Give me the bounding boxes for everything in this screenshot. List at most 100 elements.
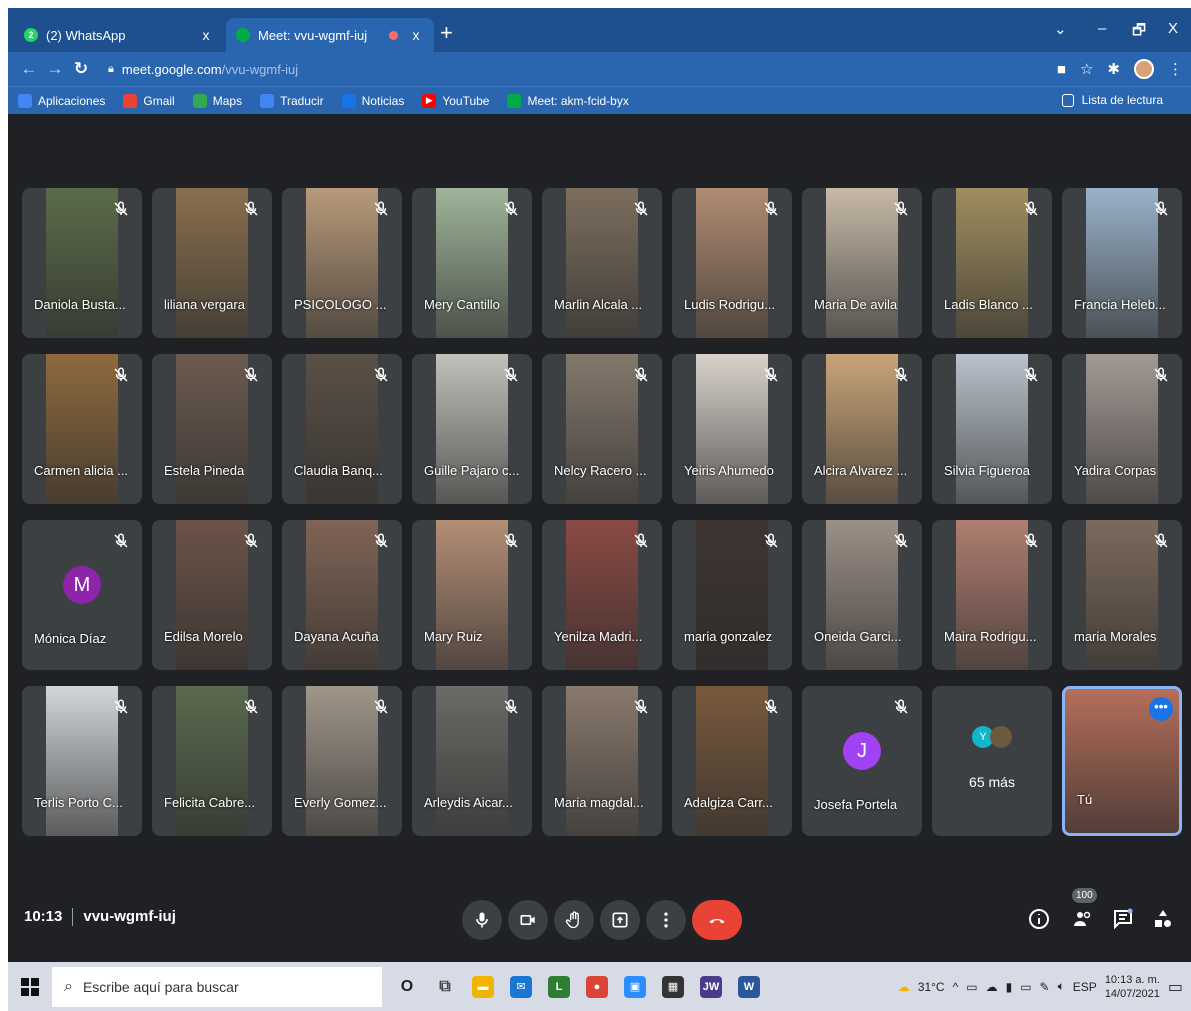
taskbar-app-jw[interactable]: JW bbox=[692, 967, 730, 1007]
tab-close-button[interactable]: x bbox=[408, 27, 424, 43]
participant-tile[interactable]: maria Morales bbox=[1062, 520, 1182, 670]
participant-tile[interactable]: Oneida Garci... bbox=[802, 520, 922, 670]
mic-off-icon bbox=[762, 532, 780, 550]
taskbar-app-chrome[interactable]: ● bbox=[578, 967, 616, 1007]
participant-tile[interactable]: Carmen alicia ... bbox=[22, 354, 142, 504]
taskbar-app-zoom[interactable]: ▣ bbox=[616, 967, 654, 1007]
participant-video bbox=[566, 188, 638, 338]
tab-whatsapp[interactable]: 2 (2) WhatsApp x bbox=[14, 18, 224, 52]
participant-tile[interactable]: PSICOLOGO ... bbox=[282, 188, 402, 338]
participant-tile[interactable]: maria gonzalez bbox=[672, 520, 792, 670]
cloud-icon[interactable]: ☁ bbox=[986, 980, 998, 994]
tab-close-button[interactable]: x bbox=[198, 27, 214, 43]
participant-video bbox=[826, 188, 898, 338]
participant-tile[interactable]: Mery Cantillo bbox=[412, 188, 532, 338]
participant-tile[interactable]: Estela Pineda bbox=[152, 354, 272, 504]
address-bar[interactable]: 🔒︎ meet.google.com/vvu-wgmf-iuj bbox=[108, 56, 1068, 82]
participant-tile[interactable]: Silvia Figueroa bbox=[932, 354, 1052, 504]
taskbar-app-app-l[interactable]: L bbox=[540, 967, 578, 1007]
taskbar-app-word[interactable]: W bbox=[730, 967, 768, 1007]
taskbar-app-task-view[interactable]: ⧉ bbox=[426, 967, 464, 1007]
battery-icon[interactable]: ▭ bbox=[1020, 980, 1031, 994]
start-button[interactable] bbox=[8, 977, 52, 996]
taskbar-app-file-explorer[interactable]: ▬ bbox=[464, 967, 502, 1007]
participant-tile[interactable]: Claudia Banq... bbox=[282, 354, 402, 504]
participant-tile[interactable]: Alcira Alvarez ... bbox=[802, 354, 922, 504]
clock[interactable]: 10:13 a. m. 14/07/2021 bbox=[1105, 973, 1160, 1001]
activities-button[interactable] bbox=[1148, 904, 1178, 934]
more-participants-tile[interactable]: Y 65 más bbox=[932, 686, 1052, 836]
tile-options-button[interactable]: ••• bbox=[1149, 697, 1173, 721]
participant-tile[interactable]: Ludis Rodrigu... bbox=[672, 188, 792, 338]
bookmark-apps[interactable]: Aplicaciones bbox=[18, 93, 105, 108]
participant-tile[interactable]: M Mónica Díaz bbox=[22, 520, 142, 670]
taskbar-app-cortana[interactable]: O bbox=[388, 967, 426, 1007]
participant-tile[interactable]: Mary Ruiz bbox=[412, 520, 532, 670]
taskbar-app-store[interactable]: ▦ bbox=[654, 967, 692, 1007]
participant-tile[interactable]: Terlis Porto C... bbox=[22, 686, 142, 836]
weather-temp[interactable]: 31°C bbox=[918, 980, 945, 994]
present-button[interactable] bbox=[600, 900, 640, 940]
participant-tile[interactable]: Dayana Acuña bbox=[282, 520, 402, 670]
mic-tray-icon[interactable]: ▮ bbox=[1006, 980, 1013, 994]
bookmark-meet[interactable]: Meet: akm-fcid-byx bbox=[507, 93, 629, 108]
pen-icon[interactable]: ✎ bbox=[1040, 980, 1050, 994]
store-icon: ▦ bbox=[662, 975, 684, 998]
tab-meet[interactable]: Meet: vvu-wgmf-iuj x bbox=[226, 18, 434, 52]
back-button[interactable]: ← bbox=[16, 59, 42, 79]
bookmark-maps[interactable]: Maps bbox=[192, 93, 242, 108]
participant-tile[interactable]: Ladis Blanco ... bbox=[932, 188, 1052, 338]
chat-button[interactable] bbox=[1108, 904, 1138, 934]
bookmark-news[interactable]: Noticias bbox=[341, 93, 404, 108]
volume-icon[interactable]: 🔈︎ bbox=[1058, 979, 1065, 994]
bookmark-star-icon[interactable]: ☆ bbox=[1080, 60, 1093, 78]
reload-button[interactable]: ↻ bbox=[68, 59, 94, 79]
participant-tile[interactable]: Adalgiza Carr... bbox=[672, 686, 792, 836]
minimize-button[interactable]: – bbox=[1098, 20, 1106, 37]
participant-tile[interactable]: Daniola Busta... bbox=[22, 188, 142, 338]
camera-permission-icon[interactable]: ■ bbox=[1057, 61, 1066, 78]
participant-tile[interactable]: Yeiris Ahumedo bbox=[672, 354, 792, 504]
taskbar-search[interactable]: ⌕ Escribe aquí para buscar bbox=[52, 966, 382, 1007]
leave-call-button[interactable] bbox=[692, 900, 742, 940]
taskbar-app-mail[interactable]: ✉ bbox=[502, 967, 540, 1007]
participant-tile[interactable]: Everly Gomez... bbox=[282, 686, 402, 836]
participant-tile[interactable]: Felicita Cabre... bbox=[152, 686, 272, 836]
raise-hand-button[interactable] bbox=[554, 900, 594, 940]
new-tab-button[interactable]: + bbox=[440, 21, 453, 45]
participant-tile[interactable]: Maira Rodrigu... bbox=[932, 520, 1052, 670]
extensions-icon[interactable]: ✱ bbox=[1107, 60, 1120, 78]
participant-tile[interactable]: Nelcy Racero ... bbox=[542, 354, 662, 504]
participant-tile[interactable]: Edilsa Morelo bbox=[152, 520, 272, 670]
camera-button[interactable] bbox=[508, 900, 548, 940]
menu-kebab-icon[interactable]: ⋮ bbox=[1168, 60, 1183, 78]
close-window-button[interactable]: X bbox=[1168, 20, 1178, 37]
participant-tile[interactable]: Yadira Corpas bbox=[1062, 354, 1182, 504]
participant-tile[interactable]: Guille Pajaro c... bbox=[412, 354, 532, 504]
tab-search-icon[interactable]: ⌄ bbox=[1054, 20, 1067, 38]
participant-tile[interactable]: Marlin Alcala ... bbox=[542, 188, 662, 338]
profile-avatar[interactable] bbox=[1134, 59, 1154, 79]
reading-list[interactable]: Lista de lectura bbox=[1061, 93, 1163, 107]
bookmark-gmail[interactable]: Gmail bbox=[123, 93, 175, 108]
participant-tile[interactable]: J Josefa Portela bbox=[802, 686, 922, 836]
participant-tile[interactable]: Arleydis Aicar... bbox=[412, 686, 532, 836]
participant-tile[interactable]: Yenilza Madri... bbox=[542, 520, 662, 670]
bookmark-translate[interactable]: Traducir bbox=[260, 93, 324, 108]
participant-tile[interactable]: Maria magdal... bbox=[542, 686, 662, 836]
language-indicator[interactable]: ESP bbox=[1073, 980, 1097, 994]
bookmark-youtube[interactable]: ▶ YouTube bbox=[422, 93, 489, 108]
microphone-button[interactable] bbox=[462, 900, 502, 940]
forward-button[interactable]: → bbox=[42, 59, 68, 79]
maximize-button[interactable]: 🗗 bbox=[1132, 20, 1146, 45]
participant-tile[interactable]: Maria De avila bbox=[802, 188, 922, 338]
more-options-button[interactable] bbox=[646, 900, 686, 940]
participant-tile[interactable]: Francia Heleb... bbox=[1062, 188, 1182, 338]
people-button[interactable]: 100 bbox=[1068, 888, 1098, 934]
notifications-icon[interactable]: ▭ bbox=[1168, 977, 1183, 997]
chevron-up-icon[interactable]: ^ bbox=[953, 980, 959, 994]
participant-tile[interactable]: liliana vergara bbox=[152, 188, 272, 338]
network-icon[interactable]: ▭ bbox=[966, 980, 977, 994]
self-tile[interactable]: ••• Tú bbox=[1062, 686, 1182, 836]
meeting-details-button[interactable] bbox=[1024, 904, 1054, 934]
